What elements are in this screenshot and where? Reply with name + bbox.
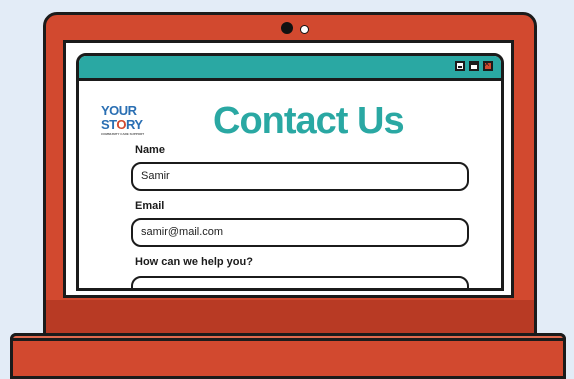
logo-line-1: YOUR	[101, 103, 137, 118]
logo-accent: O	[116, 117, 127, 132]
name-field[interactable]: Samir	[131, 162, 469, 191]
webcam-icon	[281, 22, 293, 34]
name-label: Name	[135, 144, 165, 156]
browser-window: YOUR STORY COMMUNITY CARE SUPPORT Contac…	[76, 53, 504, 291]
logo-text: RY	[126, 117, 143, 132]
page-title: Contact Us	[213, 100, 405, 142]
laptop-screen: YOUR STORY COMMUNITY CARE SUPPORT Contac…	[63, 40, 514, 298]
maximize-icon[interactable]	[469, 61, 479, 71]
email-label: Email	[135, 200, 165, 212]
logo-line-2: STORY	[101, 118, 161, 132]
laptop-lid-bottom	[43, 300, 537, 334]
help-label: How can we help you?	[135, 256, 253, 268]
brand-logo: YOUR STORY COMMUNITY CARE SUPPORT	[101, 103, 161, 137]
help-textarea[interactable]	[131, 276, 469, 288]
logo-text: ST	[101, 117, 117, 132]
email-field[interactable]: samir@mail.com	[131, 218, 469, 247]
logo-tagline: COMMUNITY CARE SUPPORT	[101, 132, 145, 136]
window-titlebar	[79, 56, 501, 81]
laptop-base-edge	[10, 333, 566, 341]
webcam-light-icon	[300, 25, 309, 34]
minimize-icon[interactable]	[455, 61, 465, 71]
close-icon[interactable]	[483, 59, 493, 71]
